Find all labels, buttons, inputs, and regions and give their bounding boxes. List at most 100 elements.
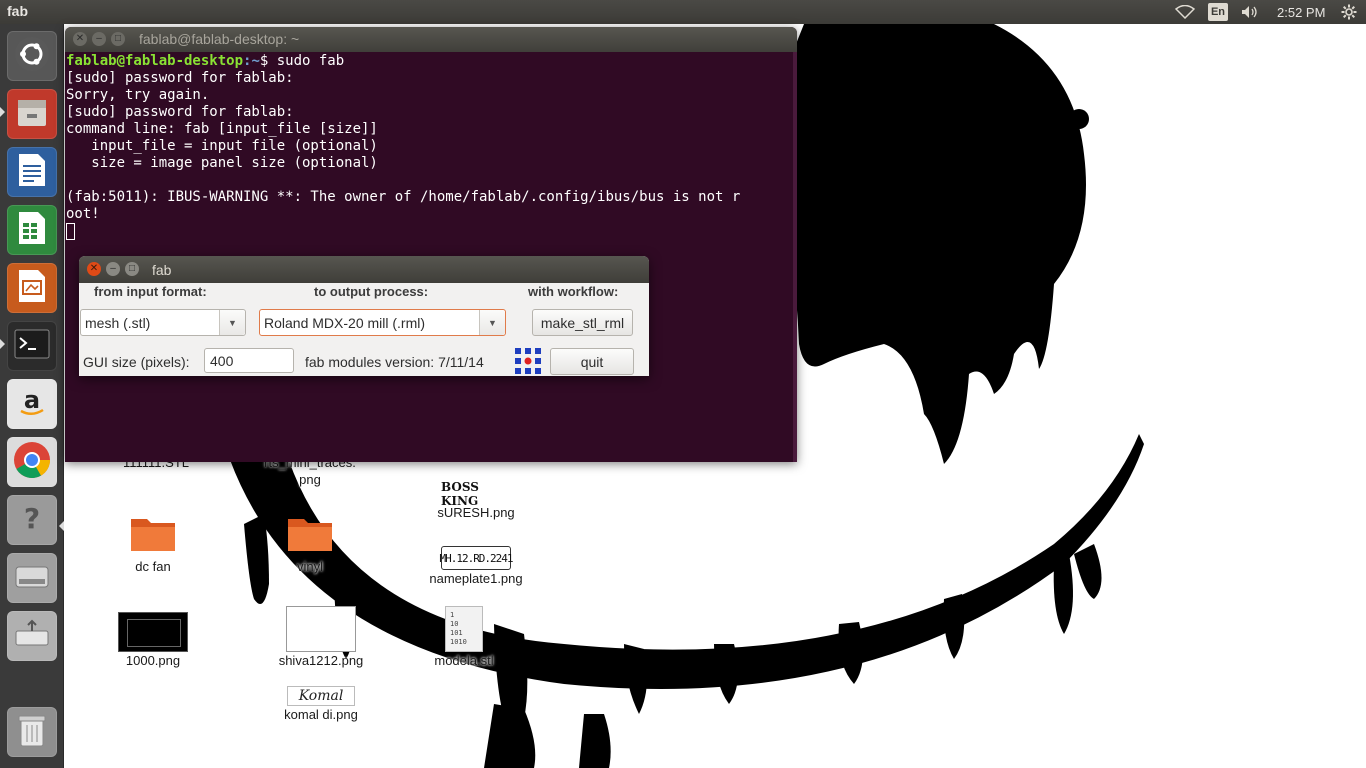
- prompt-command: $ sudo fab: [259, 53, 345, 69]
- usb-drive-icon: [14, 619, 50, 654]
- close-button[interactable]: ✕: [87, 262, 101, 276]
- fab-logo-icon: [515, 348, 541, 379]
- desktop-file-label: shiva1212.png: [278, 653, 364, 668]
- active-app-title: fab: [7, 3, 28, 19]
- maximize-icon: □: [114, 33, 122, 44]
- desktop-file-nameplate1-png[interactable]: MH.12.RD.2241 nameplate1.png: [406, 546, 546, 587]
- close-icon: ✕: [89, 263, 99, 274]
- desktop-file-label: dc fan: [135, 559, 171, 574]
- ubuntu-logo-icon: [14, 36, 50, 77]
- launcher-writer[interactable]: [7, 147, 57, 197]
- gui-size-label: GUI size (pixels):: [83, 354, 190, 370]
- desktop-file-label: komal di.png: [284, 707, 358, 722]
- image-thumbnail: Komal: [287, 686, 355, 706]
- amazon-icon: a: [14, 384, 50, 425]
- volume-icon[interactable]: [1240, 0, 1262, 24]
- input-format-value: mesh (.stl): [85, 314, 151, 331]
- desktop-file-label: vinyl: [296, 559, 323, 574]
- svg-text:?: ?: [24, 502, 40, 535]
- file-manager-icon: [14, 94, 50, 135]
- desktop-file-label: 1000.png: [125, 653, 181, 668]
- launcher-terminal[interactable]: [7, 321, 57, 371]
- terminal-icon: [14, 329, 50, 364]
- desktop-folder-vinyl[interactable]: vinyl: [240, 513, 380, 575]
- launcher: a ?: [0, 24, 64, 768]
- minimize-button[interactable]: –: [92, 32, 106, 46]
- help-icon: ?: [14, 500, 50, 541]
- libreoffice-calc-icon: [16, 210, 48, 251]
- chevron-down-icon[interactable]: ▼: [479, 310, 505, 335]
- minimize-icon: –: [110, 263, 116, 274]
- launcher-trash[interactable]: [7, 707, 57, 757]
- terminal-line: [sudo] password for fablab:: [66, 104, 294, 120]
- minimize-icon: –: [96, 33, 102, 44]
- image-thumbnail: [118, 612, 188, 652]
- launcher-disk[interactable]: [7, 553, 57, 603]
- input-format-select[interactable]: mesh (.stl) ▼: [80, 309, 246, 336]
- launcher-impress[interactable]: [7, 263, 57, 313]
- quit-button[interactable]: quit: [550, 348, 634, 375]
- terminal-line: input_file = input file (optional): [66, 138, 378, 154]
- wifi-icon[interactable]: [1175, 0, 1197, 24]
- maximize-icon: □: [128, 263, 136, 274]
- trash-icon: [17, 712, 47, 753]
- launcher-amazon[interactable]: a: [7, 379, 57, 429]
- image-thumbnail: [286, 606, 356, 652]
- running-indicator: [0, 339, 5, 349]
- terminal-window[interactable]: ✕ – □ fablab@fablab-desktop: ~ fablab@fa…: [65, 27, 797, 462]
- launcher-chrome[interactable]: [7, 437, 57, 487]
- terminal-line: (fab:5011): IBUS-WARNING **: The owner o…: [66, 189, 741, 205]
- gear-icon[interactable]: [1341, 0, 1361, 24]
- launcher-files[interactable]: [7, 89, 57, 139]
- libreoffice-writer-icon: [16, 152, 48, 193]
- chevron-down-icon[interactable]: ▼: [219, 310, 245, 335]
- launcher-help[interactable]: ?: [7, 495, 57, 545]
- minimize-button[interactable]: –: [106, 262, 120, 276]
- maximize-button[interactable]: □: [125, 262, 139, 276]
- running-indicator: [0, 107, 5, 117]
- desktop-file-komal-di-png[interactable]: Komal komal di.png: [251, 686, 391, 723]
- launcher-dash-home[interactable]: [7, 31, 57, 81]
- fab-window[interactable]: ✕ – □ fab from input format: to output p…: [79, 256, 649, 376]
- desktop-file-label: sURESH.png: [437, 505, 515, 520]
- desktop-file-suresh-png[interactable]: BOSS KING sURESH.png: [406, 480, 546, 521]
- terminal-scrollbar[interactable]: [793, 52, 797, 462]
- desktop-file-label: modela.stl: [434, 653, 494, 668]
- folder-icon: [286, 513, 334, 558]
- image-thumbnail: BOSS KING: [441, 480, 511, 508]
- desktop-folder-dc-fan[interactable]: dc fan: [83, 513, 223, 575]
- libreoffice-impress-icon: [16, 268, 48, 309]
- folder-icon: [129, 513, 177, 558]
- close-icon: ✕: [75, 33, 85, 44]
- launcher-calc[interactable]: [7, 205, 57, 255]
- launcher-usb[interactable]: [7, 611, 57, 661]
- fab-window-title: fab: [152, 262, 172, 278]
- terminal-line: [sudo] password for fablab:: [66, 70, 294, 86]
- terminal-title: fablab@fablab-desktop: ~: [139, 31, 300, 47]
- fab-titlebar[interactable]: ✕ – □ fab: [79, 256, 649, 283]
- hard-disk-icon: [14, 561, 50, 596]
- text-file-icon: 1 10 101 1010: [445, 606, 483, 652]
- terminal-titlebar[interactable]: ✕ – □ fablab@fablab-desktop: ~: [65, 27, 797, 52]
- workflow-header: with workflow:: [528, 284, 619, 299]
- close-button[interactable]: ✕: [73, 32, 87, 46]
- maximize-button[interactable]: □: [111, 32, 125, 46]
- keyboard-language-indicator[interactable]: En: [1208, 3, 1228, 21]
- prompt-path: :~: [243, 53, 260, 69]
- chrome-icon: [13, 441, 51, 484]
- terminal-line: size = image panel size (optional): [66, 155, 378, 171]
- input-format-header: from input format:: [94, 284, 207, 299]
- terminal-cursor: [66, 223, 75, 240]
- desktop-file-label: nameplate1.png: [429, 571, 523, 586]
- desktop-file-1000-png[interactable]: 1000.png: [83, 612, 223, 669]
- output-process-value: Roland MDX-20 mill (.rml): [264, 314, 426, 331]
- workflow-button[interactable]: make_stl_rml: [532, 309, 633, 336]
- prompt-user: fablab@fablab-desktop: [66, 53, 244, 69]
- output-process-select[interactable]: Roland MDX-20 mill (.rml) ▼: [259, 309, 506, 336]
- desktop-file-modela-stl[interactable]: 1 10 101 1010 modela.stl: [394, 606, 534, 669]
- gui-size-input[interactable]: [204, 348, 294, 373]
- svg-text:a: a: [24, 386, 40, 414]
- clock[interactable]: 2:52 PM: [1277, 0, 1325, 24]
- terminal-output[interactable]: fablab@fablab-desktop:~$ sudo fab [sudo]…: [65, 52, 797, 241]
- desktop-file-shiva1212-png[interactable]: shiva1212.png: [251, 606, 391, 669]
